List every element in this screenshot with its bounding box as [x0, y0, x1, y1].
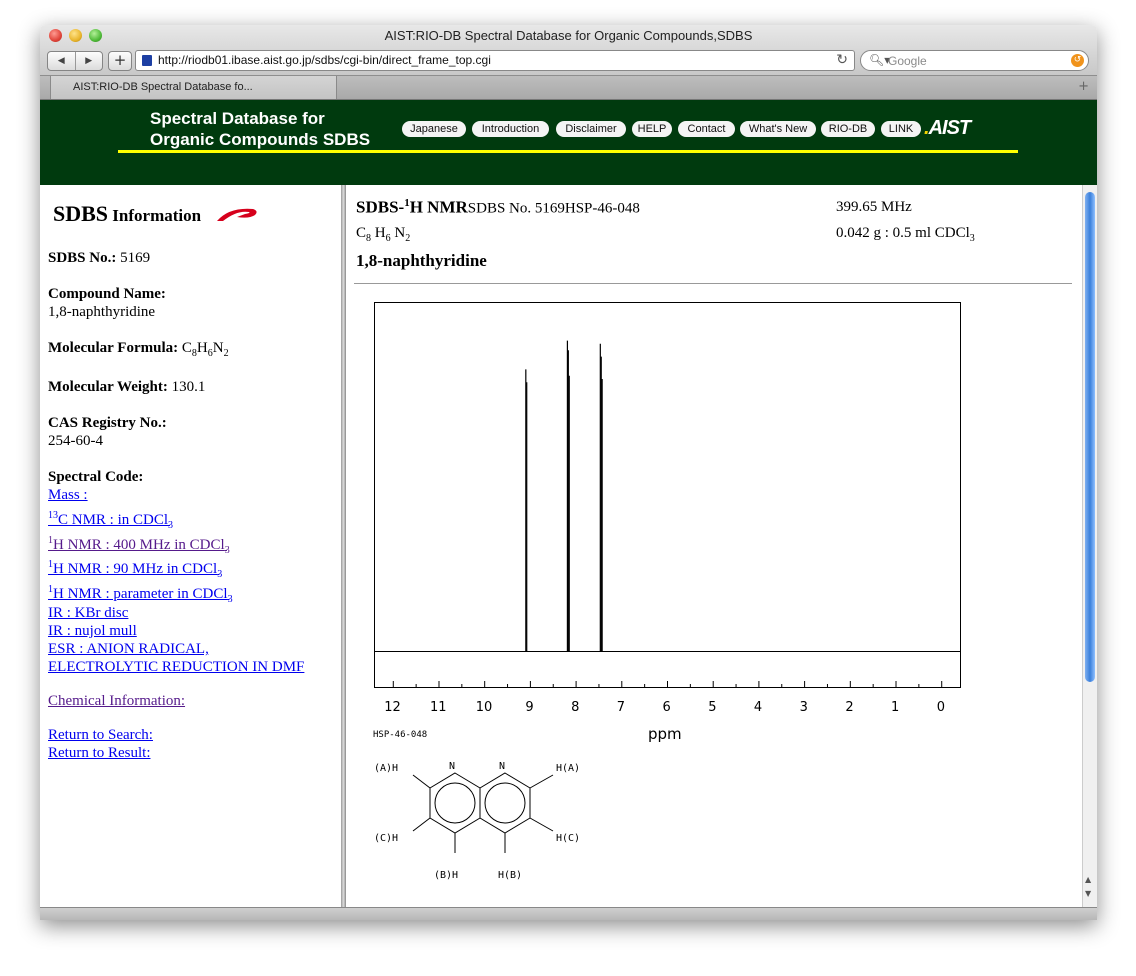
tab-label: AIST:RIO-DB Spectral Database fo...: [73, 81, 253, 93]
label-c-right: H(C): [556, 833, 580, 844]
label-n-left: N: [449, 761, 455, 772]
vertical-scrollbar[interactable]: ▲ ▼: [1082, 185, 1097, 907]
x-tick-label: 7: [616, 700, 626, 715]
hsp-code: HSP-46-048: [373, 730, 428, 740]
add-bookmark-button[interactable]: +: [108, 51, 132, 71]
link-esr[interactable]: ESR : ANION RADICAL, ELECTROLYTIC REDUCTI…: [48, 641, 304, 675]
sidebar-header: SDBS Information: [53, 201, 202, 226]
search-input[interactable]: Google: [888, 54, 927, 68]
search-bar[interactable]: 🔍︎▾ Google ↺: [860, 50, 1089, 71]
title-bar: AIST:RIO-DB Spectral Database for Organi…: [40, 25, 1097, 76]
x-axis-label: ppm: [648, 725, 682, 743]
nav-whats-new[interactable]: What's New: [740, 121, 816, 137]
site-title: Spectral Database for Organic Compounds …: [150, 109, 371, 149]
molecule-structure-diagram: (A)H N N H(A) (C)H H(C) (B)H H(B): [374, 761, 580, 881]
molecular-formula: Molecular Formula: C8H6N2: [48, 340, 229, 359]
address-bar[interactable]: http://riodb01.ibase.aist.go.jp/sdbs/cgi…: [135, 50, 855, 71]
back-arrow-icon[interactable]: ◀: [48, 52, 76, 70]
nav-disclaimer[interactable]: Disclaimer: [556, 121, 626, 137]
x-tick-label: 12: [384, 700, 401, 715]
x-tick-label: 3: [799, 700, 808, 715]
window-title: AIST:RIO-DB Spectral Database for Organi…: [384, 28, 753, 43]
link-ir-kbr[interactable]: IR : KBr disc: [48, 605, 128, 621]
nav-rio-db[interactable]: RIO-DB: [821, 121, 875, 137]
sdbs-logo-icon: [217, 208, 257, 221]
label-b-left: (B)H: [434, 870, 458, 881]
x-tick-label: 2: [845, 700, 854, 715]
status-bar: [40, 907, 1097, 920]
x-tick-label: 4: [753, 700, 763, 715]
link-1h-nmr-90[interactable]: 1H NMR : 90 MHz in CDCl3: [48, 559, 222, 580]
nmr-spectrum-plot: [374, 302, 961, 688]
nav-contact[interactable]: Contact: [678, 121, 735, 137]
spectrum-compound-name: 1,8-naphthyridine: [356, 251, 487, 270]
link-13c-nmr[interactable]: 13C NMR : in CDCl3: [48, 510, 173, 531]
tab-sdbs[interactable]: AIST:RIO-DB Spectral Database fo...: [50, 76, 337, 99]
site-favicon-icon: [142, 55, 152, 66]
scroll-down-icon[interactable]: ▼: [1085, 889, 1091, 898]
back-forward-buttons: ◀ ▶: [47, 51, 103, 71]
label-n-right: N: [499, 761, 505, 772]
link-ir-nujol[interactable]: IR : nujol mull: [48, 623, 137, 639]
spectrum-baseline: [375, 651, 960, 652]
site-banner: Spectral Database for Organic Compounds …: [40, 100, 1097, 185]
forward-arrow-icon[interactable]: ▶: [76, 52, 103, 70]
label-c-left: (C)H: [374, 833, 398, 844]
label-b-right: H(B): [498, 870, 522, 881]
label-a-right: H(A): [556, 763, 580, 774]
x-tick-label: 9: [525, 700, 534, 715]
cas-registry: CAS Registry No.: 254-60-4: [48, 415, 167, 449]
sample-condition: 0.042 g : 0.5 ml CDCl3: [836, 225, 975, 244]
x-tick-label: 8: [571, 700, 580, 715]
link-1h-nmr-parameter[interactable]: 1H NMR : parameter in CDCl3: [48, 584, 233, 605]
reload-icon[interactable]: ↻: [836, 52, 848, 68]
link-1h-nmr-400[interactable]: 1H NMR : 400 MHz in CDCl3: [48, 535, 230, 556]
header-rule: [354, 283, 1072, 284]
snapback-icon[interactable]: ↺: [1071, 54, 1084, 67]
frequency: 399.65 MHz: [836, 199, 912, 215]
label-a-left: (A)H: [374, 763, 398, 774]
url-text[interactable]: http://riodb01.ibase.aist.go.jp/sdbs/cgi…: [158, 53, 491, 67]
banner-accent-bar: [118, 150, 1018, 153]
spectrum-title: SDBS-1H NMRSDBS No. 5169HSP-46-048: [356, 197, 640, 217]
molecular-weight: Molecular Weight: 130.1: [48, 379, 206, 395]
scroll-up-icon[interactable]: ▲: [1085, 875, 1091, 884]
sdbs-number: SDBS No.: 5169: [48, 250, 151, 266]
x-tick-label: 11: [429, 700, 447, 715]
info-sidebar: SDBS Information SDBS No.: 5169 Compound…: [40, 185, 342, 907]
spectrum-pane: SDBS-1H NMRSDBS No. 5169HSP-46-048 399.6…: [346, 185, 1082, 907]
nav-help[interactable]: HELP: [632, 121, 672, 137]
x-tick-label: 0: [936, 700, 945, 715]
x-tick-label: 10: [475, 700, 493, 715]
link-return-result[interactable]: Return to Result:: [48, 745, 151, 761]
x-tick-label: 5: [708, 700, 717, 715]
spectral-code-label: Spectral Code:: [48, 469, 144, 485]
nav-introduction[interactable]: Introduction: [472, 121, 549, 137]
scrollbar-thumb[interactable]: [1085, 192, 1095, 682]
spectrum-svg: [392, 340, 943, 687]
tab-bar: AIST:RIO-DB Spectral Database fo... +: [40, 76, 1097, 100]
nav-japanese[interactable]: Japanese: [402, 121, 466, 137]
browser-window: AIST:RIO-DB Spectral Database for Organi…: [40, 25, 1097, 920]
x-tick-label: 1: [891, 700, 900, 715]
spectrum-formula: C8 H6 N2: [356, 225, 411, 244]
link-mass[interactable]: Mass :: [48, 487, 88, 503]
aist-logo[interactable]: .AIST: [924, 117, 971, 140]
compound-name: Compound Name: 1,8-naphthyridine: [48, 286, 166, 320]
x-tick-label: 6: [662, 700, 671, 715]
nav-link[interactable]: LINK: [881, 121, 921, 137]
link-return-search[interactable]: Return to Search:: [48, 727, 153, 743]
new-tab-icon[interactable]: +: [1078, 79, 1089, 94]
link-chemical-information[interactable]: Chemical Information:: [48, 693, 185, 709]
